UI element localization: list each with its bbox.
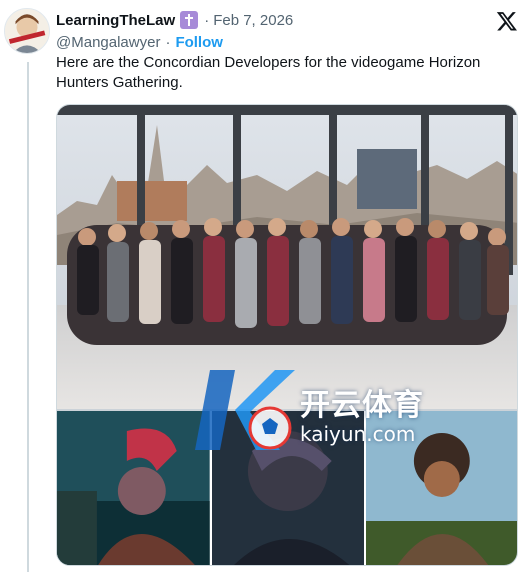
group-photo[interactable] (57, 105, 517, 409)
game-art-thumbnail[interactable] (211, 411, 365, 565)
post-header: LearningTheLaw · Feb 7, 2026 (56, 9, 490, 31)
thumbnail-row (57, 411, 517, 565)
follow-button[interactable]: Follow (175, 34, 223, 51)
header-separator: · (204, 11, 210, 29)
avatar-image (5, 9, 49, 53)
game-art-thumbnail[interactable] (57, 411, 210, 565)
game-art-thumbnail[interactable] (366, 411, 517, 565)
post-text: Here are the Concordian Developers for t… (56, 54, 481, 91)
post-subheader: @Mangalawyer · Follow (56, 32, 223, 52)
display-name[interactable]: LearningTheLaw (56, 12, 175, 29)
x-logo-icon[interactable] (496, 10, 518, 32)
user-handle[interactable]: @Mangalawyer (56, 34, 160, 51)
post-date[interactable]: Feb 7, 2026 (213, 12, 293, 29)
avatar[interactable] (4, 8, 50, 54)
cross-badge-icon (180, 11, 199, 29)
thread-line (27, 62, 29, 572)
subheader-separator: · (165, 33, 171, 51)
media-grid (56, 104, 518, 566)
